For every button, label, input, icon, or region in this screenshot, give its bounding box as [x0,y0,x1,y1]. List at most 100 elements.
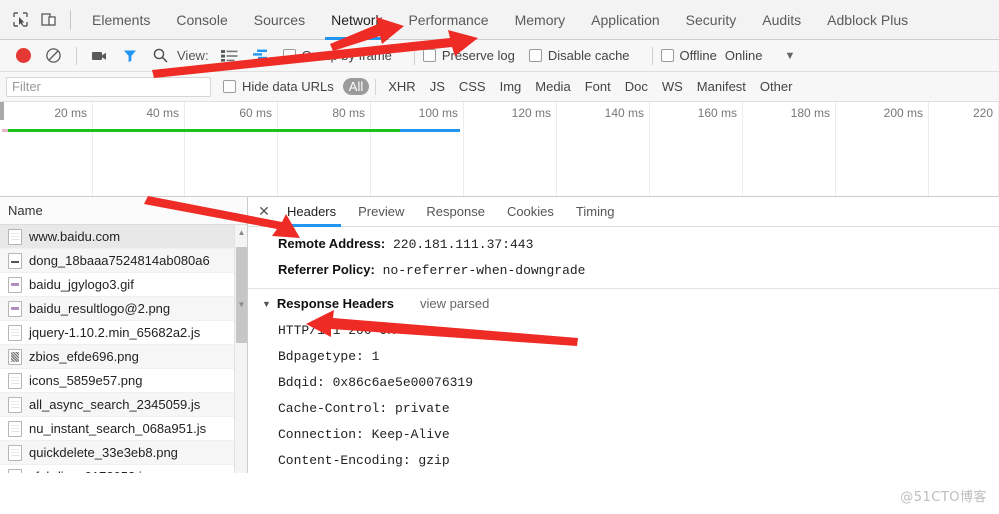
tick-label: 60 ms [239,106,272,120]
scrollbar-thumb[interactable] [236,247,247,343]
filter-type-media[interactable]: Media [529,78,576,95]
tab-application[interactable]: Application [578,0,673,40]
tab-performance[interactable]: Performance [395,0,501,40]
image-icon [8,276,22,293]
section-title: Response Headers [276,296,394,311]
device-toolbar-icon[interactable] [34,7,62,33]
image-icon [8,252,22,269]
timeline-tick: 40 ms [93,102,185,196]
request-list-scrollbar[interactable]: ▲ ▼ [234,225,247,473]
record-icon [15,48,31,63]
tab-label: Audits [762,11,802,28]
chevron-down-icon[interactable]: ▼ [262,299,271,309]
request-name: dong_18baaa7524814ab080a6 [29,253,210,268]
tab-adblock-plus[interactable]: Adblock Plus [814,0,921,40]
table-row[interactable]: baidu_resultlogo@2.png [0,297,247,321]
control-divider [413,46,415,65]
request-name: all_async_search_2345059.js [29,397,201,412]
table-row[interactable]: jquery-1.10.2.min_65682a2.js [0,321,247,345]
watermark: @51CTO博客 [900,490,987,505]
request-name: icons_5859e57.png [29,373,143,388]
chevron-down-icon[interactable]: ▼ [784,50,795,62]
table-row[interactable]: quickdelete_33e3eb8.png [0,441,247,465]
tick-label: 80 ms [332,106,365,120]
hide-data-urls-checkbox[interactable]: Hide data URLs [223,79,334,94]
filter-input[interactable] [6,76,211,97]
filter-type-font[interactable]: Font [579,78,617,95]
filter-icon[interactable] [115,43,145,69]
filter-type-css[interactable]: CSS [453,78,492,95]
details-tab-bar: ✕ Headers Preview Response Cookies Timin… [248,197,999,227]
offline-checkbox[interactable]: Offline [660,48,717,63]
request-details-pane: ✕ Headers Preview Response Cookies Timin… [248,197,999,473]
close-icon[interactable]: ✕ [252,199,276,225]
table-row[interactable]: zbios_efde696.png [0,345,247,369]
request-name: baidu_resultlogo@2.png [29,301,171,316]
table-row[interactable]: sf_bdios_0178953.js [0,465,247,473]
filter-type-xhr[interactable]: XHR [382,78,421,95]
table-row[interactable]: nu_instant_search_068a951.js [0,417,247,441]
list-view-icon[interactable] [215,43,245,69]
timeline-tick: 80 ms [278,102,371,196]
scroll-down-icon[interactable]: ▼ [235,297,248,311]
filter-type-other[interactable]: Other [754,78,799,95]
table-row[interactable]: www.baidu.com [0,225,247,249]
checkbox-box [660,49,674,62]
tab-audits[interactable]: Audits [749,0,814,40]
tab-sources[interactable]: Sources [241,0,318,40]
control-divider [651,46,653,65]
table-row[interactable]: dong_18baaa7524814ab080a6 [0,249,247,273]
record-button[interactable] [8,43,38,69]
header-row: Referrer Policy: no-referrer-when-downgr… [248,257,999,283]
table-row[interactable]: icons_5859e57.png [0,369,247,393]
scroll-up-icon[interactable]: ▲ [235,225,248,239]
tab-headers[interactable]: Headers [276,197,347,227]
tab-elements[interactable]: Elements [79,0,163,40]
preserve-log-label: Preserve log [441,48,515,63]
checkbox-box [528,49,542,62]
table-row[interactable]: all_async_search_2345059.js [0,393,247,417]
filter-type-ws[interactable]: WS [656,78,689,95]
tab-network[interactable]: Network [318,0,395,40]
tab-security[interactable]: Security [673,0,750,40]
tab-memory[interactable]: Memory [502,0,579,40]
timeline-tick: 100 ms [371,102,464,196]
tab-cookies[interactable]: Cookies [496,197,565,227]
group-by-frame-checkbox[interactable]: Group by frame [282,48,392,63]
control-divider [76,46,77,65]
timeline-bar-green [8,129,448,132]
inspect-element-icon[interactable] [6,7,34,33]
camera-icon[interactable] [85,43,115,69]
search-icon[interactable] [145,43,175,69]
header-row: Remote Address: 220.181.111.37:443 [248,231,999,257]
request-name: quickdelete_33e3eb8.png [29,445,178,460]
request-list[interactable]: www.baidu.com dong_18baaa7524814ab080a6 … [0,225,247,473]
tab-label: Preview [358,204,405,219]
tab-label: Elements [92,11,151,28]
preserve-log-checkbox[interactable]: Preserve log [422,48,515,63]
request-column-header[interactable]: Name [0,197,247,225]
disable-cache-checkbox[interactable]: Disable cache [528,48,630,63]
network-overview-timeline[interactable]: 20 ms 40 ms 60 ms 80 ms 100 ms 120 ms 14… [0,102,999,197]
filter-type-manifest[interactable]: Manifest [691,78,752,95]
script-icon [8,420,22,437]
view-parsed-link[interactable]: view parsed [420,296,489,311]
request-name: sf_bdios_0178953.js [29,469,148,473]
waterfall-view-icon[interactable] [245,43,275,69]
filter-type-all[interactable]: All [342,78,370,95]
filter-type-js[interactable]: JS [424,78,451,95]
response-headers-section-header[interactable]: ▼ Response Headers view parsed [248,289,999,318]
filter-type-doc[interactable]: Doc [619,78,654,95]
timeline-tick: 220 [929,102,999,196]
filter-type-img[interactable]: Img [494,78,528,95]
disable-cache-label: Disable cache [547,48,630,63]
response-header-line: HTTP/1.1 200 OK [278,323,396,338]
tab-console[interactable]: Console [163,0,240,40]
table-row[interactable]: baidu_jgylogo3.gif [0,273,247,297]
request-name: zbios_efde696.png [29,349,139,364]
throttling-select[interactable]: Online [725,48,763,63]
tab-preview[interactable]: Preview [347,197,415,227]
clear-button[interactable] [38,43,68,69]
tab-timing[interactable]: Timing [565,197,626,227]
tab-response[interactable]: Response [415,197,496,227]
